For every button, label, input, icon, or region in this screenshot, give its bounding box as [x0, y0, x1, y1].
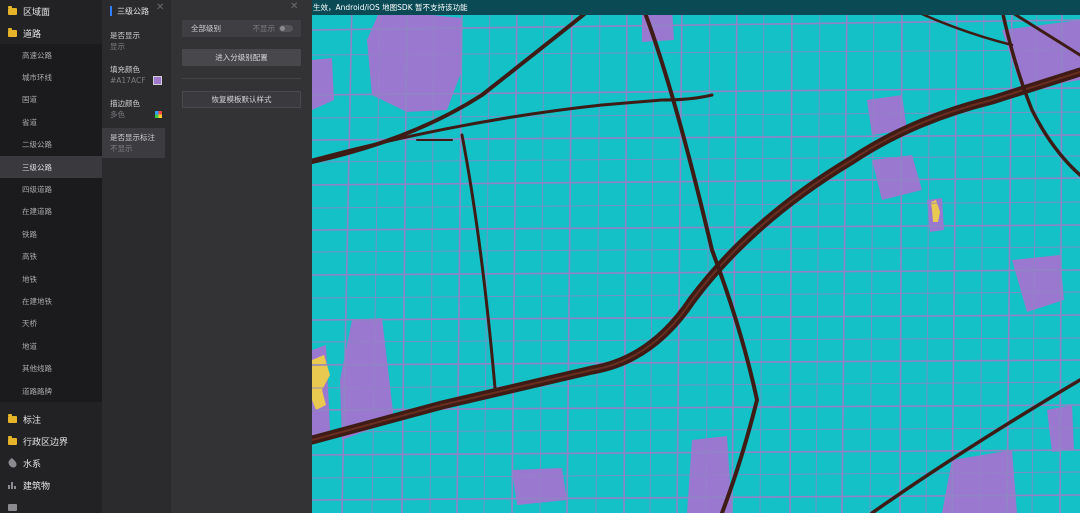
category-road[interactable]: 道路	[0, 22, 102, 44]
road-item-underpass[interactable]: 地道	[0, 335, 102, 357]
prop-visible[interactable]: 是否显示 显示	[102, 26, 171, 56]
prop-label: 填充颜色	[110, 65, 140, 74]
folder-icon	[8, 435, 17, 445]
toggle-switch[interactable]	[279, 25, 293, 32]
category-label: 建筑物	[23, 481, 51, 492]
category-label: 区域面	[23, 7, 51, 18]
road-sublist: 高速公路 城市环线 国道 省道 二级公路 三级公路 四级道路 在建道路 铁路 高…	[0, 44, 102, 403]
road-item-provincial[interactable]: 省道	[0, 111, 102, 133]
road-item-other[interactable]: 其他线路	[0, 357, 102, 379]
prop-label: 是否显示标注	[110, 133, 155, 142]
divider	[182, 78, 301, 79]
road-item-highspeed-rail[interactable]: 高铁	[0, 246, 102, 268]
prop-value: 显示	[110, 42, 125, 51]
map-canvas[interactable]	[312, 0, 1080, 513]
water-drop-icon	[6, 457, 19, 469]
category-building[interactable]: 建筑物	[0, 474, 102, 496]
toggle-label: 不显示	[252, 24, 276, 33]
category-water[interactable]: 水系	[0, 452, 102, 474]
road-item-subway[interactable]: 地铁	[0, 268, 102, 290]
category-label: 行政区边界	[23, 437, 69, 448]
reset-template-button[interactable]: 恢复模板默认样式	[182, 91, 301, 108]
enter-level-config-button[interactable]: 进入分级别配置	[182, 49, 301, 66]
category-labels[interactable]: 标注	[0, 408, 102, 430]
building-icon	[8, 481, 17, 489]
fill-color-swatch[interactable]	[153, 76, 162, 85]
close-icon[interactable]: ✕	[156, 2, 164, 13]
prop-fill-color[interactable]: 填充颜色 #A17ACF	[102, 60, 171, 90]
category-label: 道路	[23, 29, 42, 40]
prop-label: 描边颜色	[110, 99, 140, 108]
prop-show-label[interactable]: 是否显示标注 不显示	[102, 128, 165, 158]
all-levels-toggle[interactable]: 不显示	[252, 23, 293, 34]
property-panel: 三级公路 ✕ 是否显示 显示 填充颜色 #A17ACF 描边颜色 多色 是否显示…	[102, 0, 171, 513]
road-item-level4[interactable]: 四级道路	[0, 178, 102, 200]
close-icon[interactable]: ✕	[290, 1, 298, 12]
property-title: 三级公路	[117, 6, 149, 16]
folder-open-icon	[8, 27, 17, 37]
category-area[interactable]: 区域面	[0, 0, 102, 22]
category-label: 水系	[23, 459, 42, 470]
multicolor-swatch-icon[interactable]	[155, 111, 162, 118]
road-item-level3[interactable]: 三级公路	[0, 155, 102, 179]
all-levels-label: 全部级别	[191, 24, 221, 33]
folder-icon	[8, 413, 17, 423]
road-item-subway-construction[interactable]: 在建地铁	[0, 290, 102, 312]
road-item-expressway[interactable]: 高速公路	[0, 44, 102, 66]
accent-bar	[110, 6, 112, 16]
category-admin-boundary[interactable]: 行政区边界	[0, 430, 102, 452]
all-levels-row: 全部级别 不显示	[182, 20, 301, 37]
prop-label: 是否显示	[110, 31, 140, 40]
prop-stroke-color[interactable]: 描边颜色 多色	[102, 94, 171, 124]
layer-sidebar: 区域面 道路 高速公路 城市环线 国道 省道 二级公路 三级公路 四级道路 在建…	[0, 0, 102, 513]
road-item-level2[interactable]: 二级公路	[0, 134, 102, 156]
category-icon	[8, 503, 17, 511]
road-item-overpass[interactable]: 天桥	[0, 313, 102, 335]
road-item-construction[interactable]: 在建道路	[0, 201, 102, 223]
category-more[interactable]	[0, 496, 102, 513]
category-label: 标注	[23, 415, 42, 426]
road-item-national[interactable]: 国道	[0, 89, 102, 111]
prop-value: 多色	[110, 110, 125, 119]
area-polygon	[367, 10, 462, 112]
map-svg	[312, 0, 1080, 513]
area-polygon	[512, 468, 567, 505]
road-item-railway[interactable]: 铁路	[0, 223, 102, 245]
road-item-ring[interactable]: 城市环线	[0, 66, 102, 88]
map-notice-bar: 生效，Android/iOS 地图SDK 暂不支持该功能	[312, 0, 1080, 15]
road-item-signs[interactable]: 道路路牌	[0, 380, 102, 402]
prop-value: 不显示	[110, 144, 133, 153]
folder-icon	[8, 5, 17, 15]
config-panel: ✕ 全部级别 不显示 进入分级别配置 恢复模板默认样式	[171, 0, 312, 513]
prop-value: #A17ACF	[110, 76, 146, 85]
